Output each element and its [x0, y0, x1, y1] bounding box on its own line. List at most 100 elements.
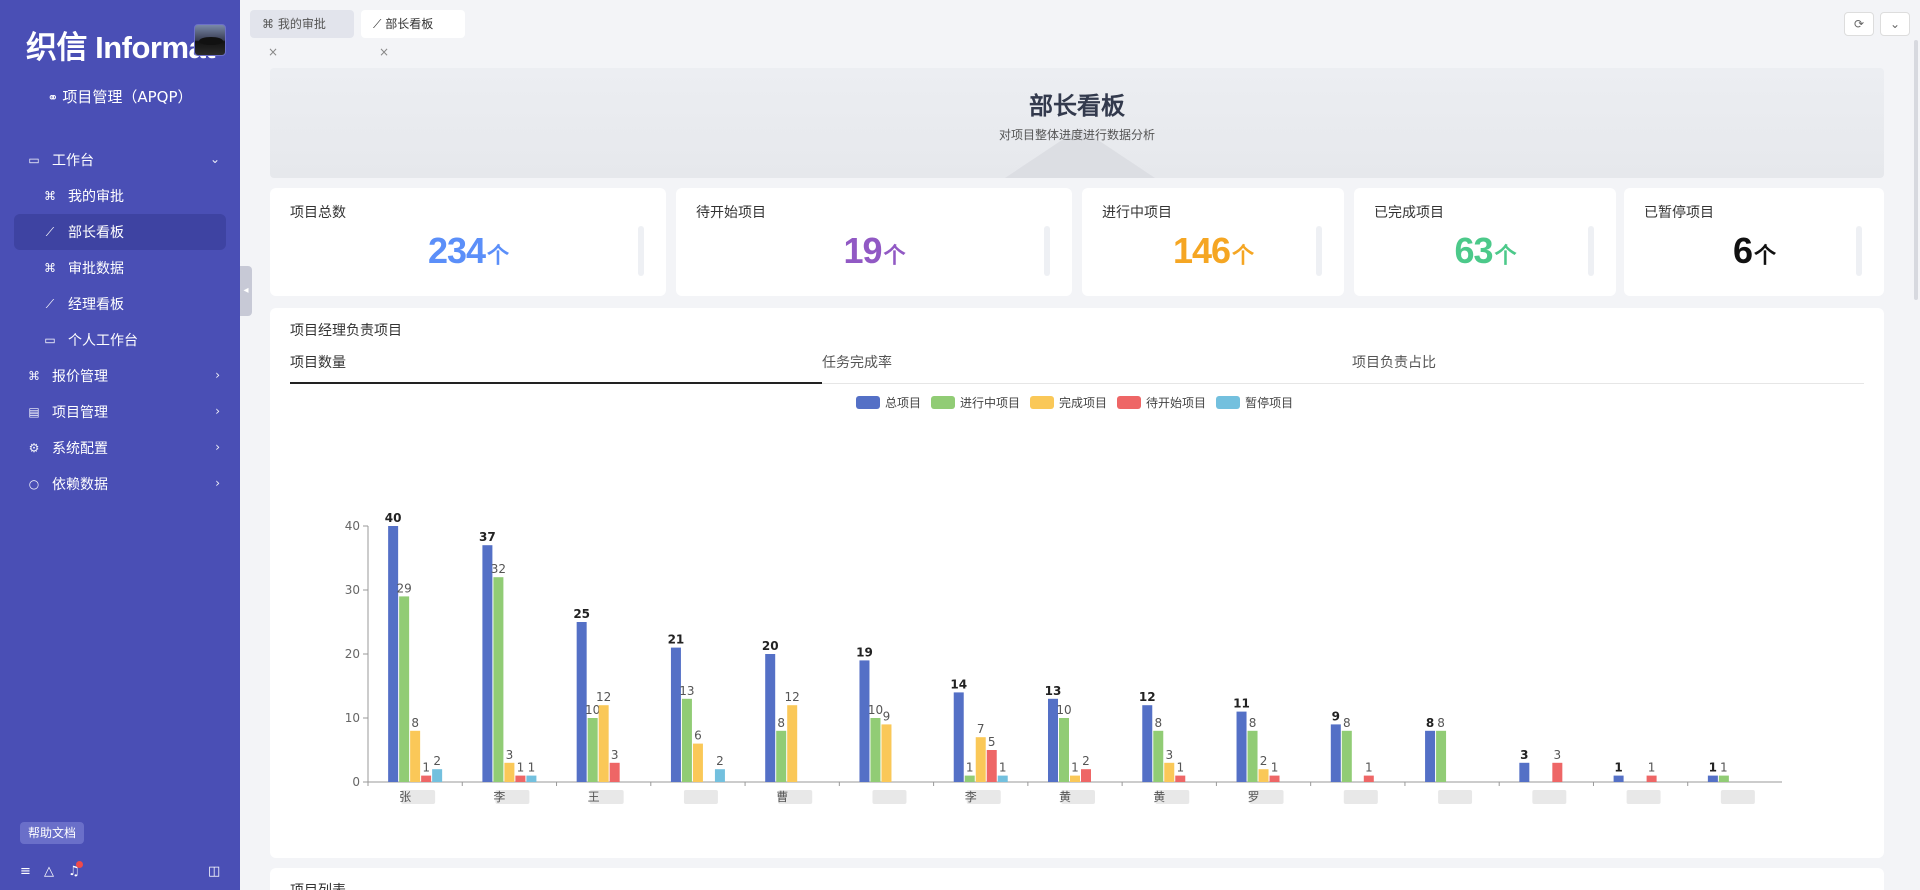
nav-item-personal-workbench[interactable]: ▭ 个人工作台	[14, 322, 226, 358]
panel-title: 项目经理负责项目	[290, 323, 402, 339]
refresh-button[interactable]: ⟳	[1844, 12, 1874, 36]
manager-projects-panel: 项目经理负责项目 项目数量 任务完成率 项目负责占比 总项目 进行中项目 完成项目待…	[270, 308, 1884, 858]
data-label: 3	[1165, 748, 1173, 762]
stat-card-pending: 待开始项目 19个	[676, 188, 1072, 296]
data-label: 1	[528, 761, 536, 775]
x-tick-label-blur	[1343, 790, 1378, 804]
gear-icon: ⚙	[28, 441, 40, 455]
logo: 织信 Informat	[26, 30, 216, 65]
nav-item-approval-data[interactable]: ⌘ 审批数据	[14, 250, 226, 286]
data-label: 1	[1271, 761, 1279, 775]
data-label: 8	[1343, 716, 1351, 730]
bar	[1425, 730, 1436, 782]
bar	[1070, 775, 1080, 782]
nav-group-dependency-data[interactable]: ○ 依赖数据 ›	[14, 466, 226, 502]
data-label: 9	[883, 709, 891, 723]
stat-scroll-indicator	[1044, 226, 1050, 276]
bar	[1341, 730, 1352, 782]
data-label: 8	[1426, 716, 1434, 730]
y-tick-label: 10	[345, 711, 360, 725]
link-icon: ⚭	[47, 91, 59, 106]
y-tick-label: 30	[345, 583, 360, 597]
data-label: 10	[1056, 703, 1071, 717]
stat-label: 进行中项目	[1102, 205, 1172, 221]
bar	[997, 775, 1008, 782]
stat-value: 6个	[1732, 230, 1776, 271]
bar	[681, 698, 692, 782]
panel-subtabs: 项目数量 任务完成率 项目负责占比	[290, 352, 1864, 384]
menu-icon[interactable]: ≡	[20, 864, 31, 879]
warning-icon[interactable]: △	[44, 864, 54, 879]
tab-my-approvals[interactable]: ⌘ 我的审批 ×	[250, 10, 354, 59]
scrollbar[interactable]	[1914, 40, 1918, 300]
bar	[692, 743, 703, 782]
data-label: 2	[433, 754, 441, 768]
stat-scroll-indicator	[638, 226, 644, 276]
y-tick-label: 0	[352, 775, 360, 789]
close-icon[interactable]: ×	[268, 45, 278, 59]
help-docs-button[interactable]: 帮助文档	[20, 822, 84, 844]
data-label: 40	[385, 511, 402, 525]
document-icon: ▤	[28, 405, 40, 419]
stat-card-total: 项目总数 234个	[270, 188, 666, 296]
nav-group-quotes[interactable]: ⌘ 报价管理 ›	[14, 358, 226, 394]
app-title: ⚭ 项目管理（APQP）	[47, 88, 193, 106]
data-label: 10	[585, 703, 600, 717]
bar	[388, 526, 399, 782]
data-label: 12	[596, 690, 611, 704]
sidebar-toggle-icon[interactable]: ◫	[208, 864, 220, 879]
close-icon[interactable]: ×	[379, 45, 389, 59]
notification-dot	[76, 861, 83, 868]
bar	[765, 654, 776, 782]
bar	[1330, 724, 1341, 782]
collapse-handle[interactable]: ◂	[240, 266, 252, 316]
data-label: 1	[966, 761, 974, 775]
subtab-project-count[interactable]: 项目数量	[290, 352, 822, 384]
app-avatar[interactable]	[194, 24, 226, 56]
chevron-down-icon: ⌄	[1889, 17, 1901, 31]
subtab-project-share[interactable]: 项目负责占比	[1352, 352, 1852, 384]
bar	[1258, 769, 1269, 782]
data-label: 8	[1249, 716, 1257, 730]
data-label: 20	[762, 639, 779, 653]
x-tick-label: 黄	[1059, 790, 1071, 804]
data-label: 1	[1648, 761, 1656, 775]
bar	[526, 775, 537, 782]
x-tick-label: 罗	[1248, 790, 1260, 804]
x-tick-label-blur	[1438, 790, 1473, 804]
project-list-panel: 项目列表	[270, 868, 1884, 890]
nav-group-system-config[interactable]: ⚙ 系统配置 ›	[14, 430, 226, 466]
data-label: 11	[1233, 697, 1250, 711]
data-label: 10	[868, 703, 883, 717]
page-subtitle: 对项目整体进度进行数据分析	[998, 128, 1155, 142]
data-label: 1	[1614, 761, 1622, 775]
subtab-task-completion[interactable]: 任务完成率	[822, 352, 1352, 384]
nav-item-manager-board[interactable]: ⟋ 经理看板	[14, 286, 226, 322]
stat-scroll-indicator	[1588, 226, 1594, 276]
data-label: 8	[777, 716, 785, 730]
stat-card-completed: 已完成项目 63个	[1354, 188, 1616, 296]
nav-item-my-approvals[interactable]: ⌘ 我的审批	[14, 178, 226, 214]
bar	[1363, 775, 1374, 782]
panel-title: 项目列表	[290, 880, 346, 890]
data-label: 19	[856, 645, 873, 659]
y-tick-label: 20	[345, 647, 360, 661]
nav-group-projects[interactable]: ▤ 项目管理 ›	[14, 394, 226, 430]
tab-menu-button[interactable]: ⌄	[1880, 12, 1910, 36]
line-chart-icon: ⟋	[373, 17, 382, 31]
nav-group-workbench[interactable]: ▭ 工作台 ⌄	[14, 142, 226, 178]
data-label: 2	[1260, 754, 1268, 768]
bar	[410, 730, 421, 782]
data-label: 13	[679, 684, 694, 698]
stat-value: 234个	[427, 230, 509, 271]
stat-label: 已暂停项目	[1644, 205, 1714, 221]
x-tick-label: 李	[493, 789, 505, 804]
data-label: 8	[1154, 716, 1162, 730]
tab-director-board[interactable]: ⟋ 部长看板 ×	[361, 10, 465, 59]
nodes-icon: ⌘	[262, 17, 274, 31]
bar	[714, 769, 725, 782]
nav-item-director-board[interactable]: ⟋ 部长看板	[14, 214, 226, 250]
data-label: 9	[1332, 709, 1340, 723]
data-label: 1	[422, 761, 430, 775]
bar	[576, 622, 587, 782]
